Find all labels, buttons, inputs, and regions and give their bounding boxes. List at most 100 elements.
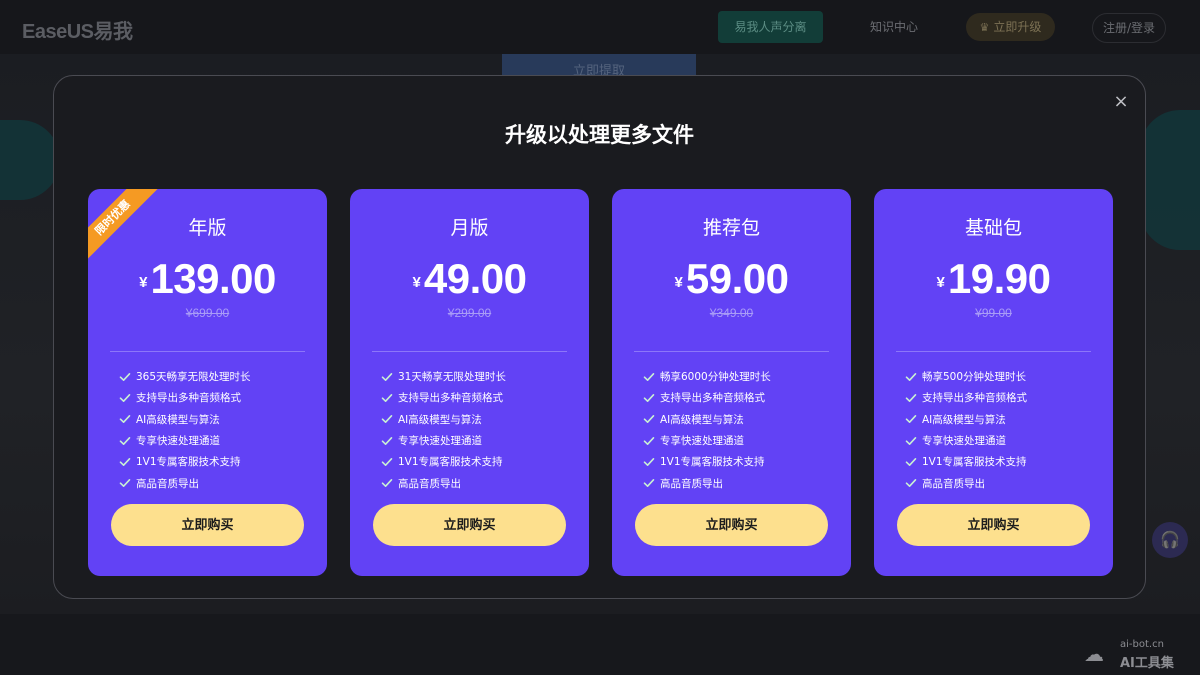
feature-text: 1V1专属客服技术支持	[922, 456, 1027, 469]
price-row: ¥139.00	[88, 255, 327, 303]
original-price: ¥99.00	[975, 306, 1012, 320]
feature-text: AI高级模型与算法	[136, 413, 220, 426]
price-row: ¥19.90	[874, 255, 1113, 303]
plan-name: 基础包	[964, 217, 1022, 239]
divider	[634, 351, 829, 352]
feature-item: 畅享6000分钟处理时长	[642, 366, 771, 387]
nav-knowledge-center[interactable]: 知识中心	[855, 11, 933, 43]
upgrade-modal: × 升级以处理更多文件 限时优惠 年版 ¥139.00 ¥699.00 365天…	[53, 75, 1146, 599]
background-footer	[0, 614, 1200, 675]
feature-text: 31天畅享无限处理时长	[398, 371, 506, 384]
check-icon	[119, 457, 131, 466]
plan-name: 月版	[450, 217, 489, 239]
feature-item: 专享快速处理通道	[642, 430, 771, 451]
check-icon	[381, 436, 393, 445]
check-icon	[643, 436, 655, 445]
feature-item: 高品音质导出	[642, 472, 771, 493]
headset-support-icon[interactable]: 🎧	[1152, 522, 1188, 558]
feature-text: 支持导出多种音频格式	[136, 392, 241, 405]
check-icon	[643, 393, 655, 402]
feature-item: 支持导出多种音频格式	[380, 387, 506, 408]
price-row: ¥49.00	[350, 255, 589, 303]
plan-price: 49.00	[423, 255, 527, 302]
feature-text: 高品音质导出	[398, 477, 461, 490]
modal-title: 升级以处理更多文件	[505, 123, 694, 147]
top-navigation-bar: EaseUS易我 易我人声分离 知识中心 ♛ 立即升级 注册/登录	[0, 0, 1200, 54]
nav-vocal-separation[interactable]: 易我人声分离	[718, 11, 823, 43]
feature-text: 专享快速处理通道	[136, 435, 220, 448]
check-icon	[119, 393, 131, 402]
price-row: ¥59.00	[612, 255, 851, 303]
plan-card-monthly: 月版 ¥49.00 ¥299.00 31天畅享无限处理时长 支持导出多种音频格式 A…	[350, 189, 589, 576]
close-icon[interactable]: ×	[1109, 90, 1133, 114]
plan-card-recommended: 推荐包 ¥59.00 ¥349.00 畅享6000分钟处理时长 支持导出多种音频格…	[612, 189, 851, 576]
divider	[896, 351, 1091, 352]
check-icon	[905, 479, 917, 488]
check-icon	[905, 372, 917, 381]
buy-now-button[interactable]: 立即购买	[373, 504, 566, 546]
check-icon	[905, 457, 917, 466]
check-icon	[381, 457, 393, 466]
plan-card-basic: 基础包 ¥19.90 ¥99.00 畅享500分钟处理时长支持导出多种音频格式 A…	[874, 189, 1113, 576]
check-icon	[905, 393, 917, 402]
feature-text: AI高级模型与算法	[922, 413, 1006, 426]
currency-symbol: ¥	[674, 274, 683, 291]
check-icon	[381, 393, 393, 402]
feature-text: 1V1专属客服技术支持	[398, 456, 503, 469]
feature-text: 高品音质导出	[922, 477, 985, 490]
currency-symbol: ¥	[139, 274, 148, 291]
feature-item: 高品音质导出	[904, 472, 1027, 493]
plan-name: 推荐包	[702, 217, 760, 239]
feature-item: 支持导出多种音频格式	[642, 387, 771, 408]
feature-item: AI高级模型与算法	[380, 409, 506, 430]
feature-text: 支持导出多种音频格式	[660, 392, 765, 405]
plan-card-annual: 限时优惠 年版 ¥139.00 ¥699.00 365天畅享无限处理时长 支持导出…	[88, 189, 327, 576]
feature-text: 专享快速处理通道	[922, 435, 1006, 448]
feature-item: 高品音质导出	[380, 472, 506, 493]
easeus-logo[interactable]: EaseUS易我	[22, 15, 133, 44]
background-glow-right	[1140, 110, 1200, 250]
original-price: ¥299.00	[447, 306, 492, 320]
feature-item: 专享快速处理通道	[904, 430, 1027, 451]
feature-item: 专享快速处理通道	[118, 430, 251, 451]
feature-item: AI高级模型与算法	[642, 409, 771, 430]
currency-symbol: ¥	[412, 274, 421, 291]
feature-item: 1V1专属客服技术支持	[904, 451, 1027, 472]
check-icon	[381, 479, 393, 488]
feature-text: 365天畅享无限处理时长	[136, 371, 251, 384]
feature-text: AI高级模型与算法	[398, 413, 482, 426]
watermark-logo-icon: ☁	[1084, 642, 1104, 666]
watermark-url: ai-bot.cn	[1120, 639, 1164, 650]
feature-text: 1V1专属客服技术支持	[136, 456, 241, 469]
check-icon	[905, 415, 917, 424]
check-icon	[643, 415, 655, 424]
original-price: ¥699.00	[185, 306, 230, 320]
feature-list: 31天畅享无限处理时长 支持导出多种音频格式 AI高级模型与算法 专享快速处理通道 1V…	[380, 366, 506, 494]
check-icon	[643, 457, 655, 466]
feature-item: 1V1专属客服技术支持	[642, 451, 771, 472]
plan-price: 139.00	[150, 255, 276, 302]
feature-item: 31天畅享无限处理时长	[380, 366, 506, 387]
feature-item: 1V1专属客服技术支持	[118, 451, 251, 472]
feature-text: 支持导出多种音频格式	[398, 392, 503, 405]
check-icon	[643, 372, 655, 381]
feature-list: 365天畅享无限处理时长 支持导出多种音频格式 AI高级模型与算法 专享快速处理通道 1…	[118, 366, 251, 494]
feature-list: 畅享500分钟处理时长支持导出多种音频格式 AI高级模型与算法 专享快速处理通道 1V…	[904, 366, 1027, 494]
check-icon	[119, 372, 131, 381]
nav-login-button[interactable]: 注册/登录	[1092, 13, 1166, 43]
feature-item: 高品音质导出	[118, 472, 251, 493]
check-icon	[119, 436, 131, 445]
feature-item: 支持导出多种音频格式	[118, 387, 251, 408]
feature-text: 专享快速处理通道	[398, 435, 482, 448]
feature-item: 支持导出多种音频格式	[904, 387, 1027, 408]
buy-now-button[interactable]: 立即购买	[635, 504, 828, 546]
buy-now-button[interactable]: 立即购买	[897, 504, 1090, 546]
feature-list: 畅享6000分钟处理时长支持导出多种音频格式 AI高级模型与算法 专享快速处理通道 1…	[642, 366, 771, 494]
buy-now-button[interactable]: 立即购买	[111, 504, 304, 546]
feature-text: 畅享500分钟处理时长	[922, 371, 1027, 384]
crown-icon: ♛	[979, 21, 990, 34]
feature-text: 1V1专属客服技术支持	[660, 456, 765, 469]
check-icon	[905, 436, 917, 445]
nav-upgrade-button[interactable]: ♛ 立即升级	[966, 13, 1055, 41]
divider	[372, 351, 567, 352]
